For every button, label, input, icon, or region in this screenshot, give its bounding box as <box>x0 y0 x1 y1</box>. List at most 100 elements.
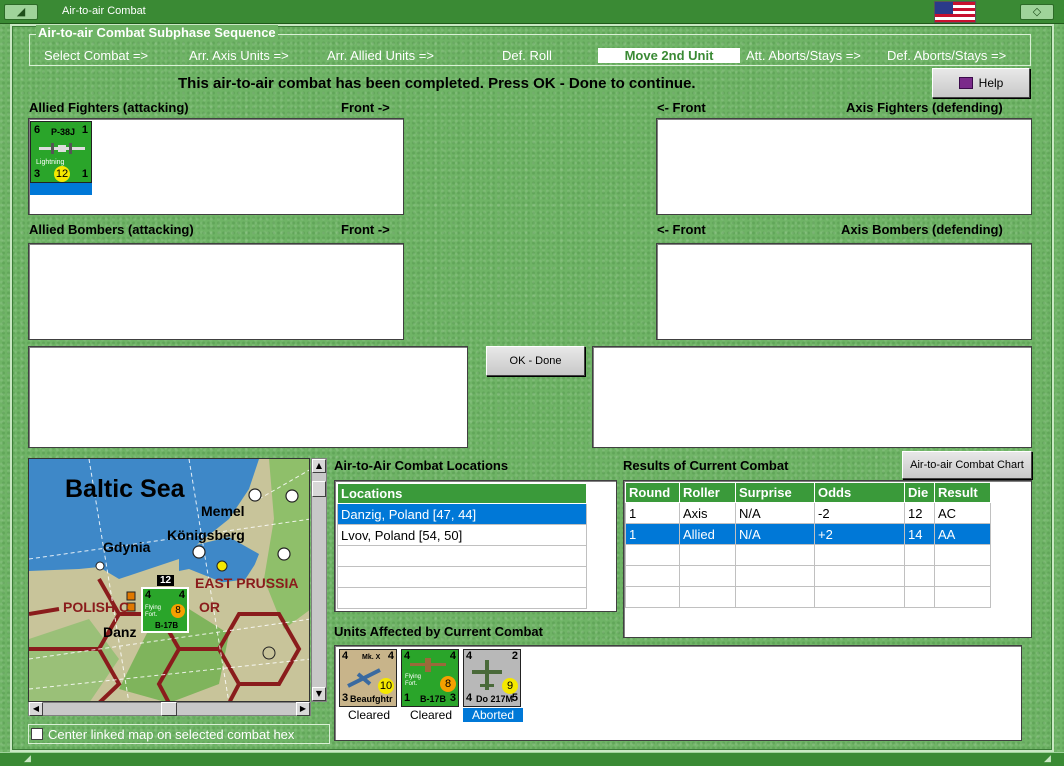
results-row[interactable]: 1 Allied N/A +2 14 AA <box>625 523 991 545</box>
unit-bottom-right: 5 <box>511 692 518 704</box>
counter-top-right: 1 <box>81 124 88 136</box>
map-label-memel: Memel <box>201 503 245 519</box>
map-label-konigsberg: Königsberg <box>167 527 245 543</box>
map-b17b-counter[interactable]: 4 4 Flying Fort. 8 B-17B <box>141 587 189 633</box>
axis-fighters-box[interactable] <box>656 118 1032 215</box>
locations-column-header[interactable]: Locations <box>337 483 587 504</box>
unit-bottom-left: 3 <box>342 692 349 704</box>
center-map-option[interactable]: Center linked map on selected combat hex <box>28 724 330 744</box>
location-row[interactable] <box>337 545 587 567</box>
center-map-checkbox[interactable] <box>31 728 43 740</box>
phase-arr-allied: Arr. Allied Units => <box>327 48 434 63</box>
results-col-roller[interactable]: Roller <box>679 482 736 503</box>
status-bar: ◢ ◢ <box>0 752 1064 766</box>
title-bar: ◢ Air-to-air Combat ◇ <box>0 0 1064 24</box>
map-counter-tag: Flying Fort. <box>145 605 162 618</box>
results-heading: Results of Current Combat <box>623 458 789 473</box>
unit-name: Do 217M <box>476 694 514 704</box>
allied-fighters-box[interactable]: 6 P-38J 1 Lightning 3 12 1 <box>28 118 404 215</box>
scroll-up-icon[interactable]: ▲ <box>312 459 326 473</box>
allied-text-box[interactable] <box>28 346 468 448</box>
p38j-counter[interactable]: 6 P-38J 1 Lightning 3 12 1 <box>30 121 92 183</box>
do217m-counter[interactable]: 4 2 9 4 Do 217M 5 <box>463 649 521 707</box>
scroll-thumb-horizontal[interactable] <box>161 702 177 716</box>
unit-top-left: 4 <box>342 650 349 662</box>
allied-bombers-front: Front -> <box>341 222 390 237</box>
help-button[interactable]: Help <box>932 68 1030 98</box>
results-row[interactable]: 1 Axis N/A -2 12 AC <box>625 502 991 524</box>
unit-bottom-right: 3 <box>449 692 456 704</box>
map-counter-top-right: 4 <box>178 589 185 601</box>
results-col-round[interactable]: Round <box>625 482 680 503</box>
subphase-legend: Air-to-air Combat Subphase Sequence <box>36 25 278 40</box>
resize-grip-icon: ◢ <box>24 753 31 763</box>
results-row[interactable] <box>625 565 991 587</box>
axis-bombers-box[interactable] <box>656 243 1032 340</box>
phase-def-roll: Def. Roll <box>502 48 552 63</box>
units-affected-box[interactable]: 4 Mk. X 4 10 3 Beaufghtr Cleared 4 4 Fly… <box>334 645 1022 741</box>
counter-value: 12 <box>54 166 70 182</box>
counter-bottom-left: 3 <box>34 168 41 180</box>
results-col-surprise[interactable]: Surprise <box>735 482 815 503</box>
unit-status-cleared: Cleared <box>347 708 391 722</box>
minimize-icon: ◢ <box>16 5 26 18</box>
location-row[interactable] <box>337 566 587 588</box>
allied-bombers-label: Allied Bombers (attacking) <box>29 222 194 237</box>
unit-value: 10 <box>378 678 394 694</box>
results-row[interactable] <box>625 544 991 566</box>
map-label-polish-corridor: POLISH C <box>63 599 130 615</box>
locations-list[interactable]: Locations Danzig, Poland [47, 44] Lvov, … <box>334 480 617 612</box>
ok-done-button[interactable]: OK - Done <box>486 346 585 376</box>
location-row[interactable]: Lvov, Poland [54, 50] <box>337 524 587 546</box>
axis-bombers-label: Axis Bombers (defending) <box>841 222 1003 237</box>
scroll-left-icon[interactable]: ◀ <box>29 702 43 716</box>
system-menu-button[interactable]: ◢ <box>4 4 38 20</box>
counter-bottom-right: 1 <box>81 168 88 180</box>
results-col-result[interactable]: Result <box>934 482 991 503</box>
scroll-down-icon[interactable]: ▼ <box>312 687 326 701</box>
phase-def-aborts: Def. Aborts/Stays => <box>887 48 1007 63</box>
unit-status-aborted: Aborted <box>463 708 523 722</box>
status-message: This air-to-air combat has been complete… <box>178 75 696 92</box>
unit-top-right: 2 <box>511 650 518 662</box>
unit-name: B-17B <box>420 694 447 704</box>
map-counter-name: B-17B <box>155 621 179 630</box>
map-vertical-scrollbar[interactable]: ▲ ▼ <box>311 458 327 702</box>
allied-bombers-box[interactable] <box>28 243 404 340</box>
combat-chart-button[interactable]: Air-to-air Combat Chart <box>902 451 1032 479</box>
beaufighter-counter[interactable]: 4 Mk. X 4 10 3 Beaufghtr <box>339 649 397 707</box>
location-row[interactable] <box>337 587 587 609</box>
unit-value: 8 <box>440 676 456 692</box>
map-horizontal-scrollbar[interactable]: ◀ ▶ <box>28 702 311 716</box>
unit-bottom-left: 1 <box>404 692 411 704</box>
center-map-label: Center linked map on selected combat hex <box>48 726 295 742</box>
resize-grip-icon[interactable]: ◢ <box>1044 753 1051 764</box>
scroll-right-icon[interactable]: ▶ <box>296 702 310 716</box>
window-title: Air-to-air Combat <box>62 5 146 17</box>
axis-bombers-front: <- Front <box>657 222 706 237</box>
unit-top-right: 4 <box>449 650 456 662</box>
location-row[interactable]: Danzig, Poland [47, 44] <box>337 503 587 525</box>
results-table-container[interactable]: Round Roller Surprise Odds Die Result 1A… <box>623 480 1032 638</box>
map-label-east-prussia: EAST PRUSSIA <box>195 575 299 591</box>
phase-move-2nd-unit: Move 2nd Unit <box>598 48 740 63</box>
axis-text-box[interactable] <box>592 346 1032 448</box>
p38-plane-icon <box>39 143 85 154</box>
scroll-thumb-vertical[interactable] <box>312 481 326 497</box>
results-row[interactable] <box>625 586 991 608</box>
phase-att-aborts: Att. Aborts/Stays => <box>746 48 861 63</box>
phase-arr-axis: Arr. Axis Units => <box>189 48 289 63</box>
unit-status-cleared: Cleared <box>409 708 453 722</box>
results-col-die[interactable]: Die <box>904 482 935 503</box>
help-label: Help <box>978 76 1004 90</box>
results-col-odds[interactable]: Odds <box>814 482 905 503</box>
map-counter-value: 8 <box>171 604 185 618</box>
b17b-counter[interactable]: 4 4 Flying Fort. 8 1 B-17B 3 <box>401 649 459 707</box>
restore-button[interactable]: ◇ <box>1020 4 1054 20</box>
flag-icon <box>934 1 976 23</box>
unit-bottom-left: 4 <box>466 692 473 704</box>
linked-map[interactable]: Baltic Sea Memel Königsberg Gdynia EAST … <box>28 458 310 702</box>
map-label-baltic-sea: Baltic Sea <box>65 475 185 503</box>
map-label-danzig: Danz <box>103 624 137 640</box>
map-label-corridor-end: OR <box>199 599 220 615</box>
